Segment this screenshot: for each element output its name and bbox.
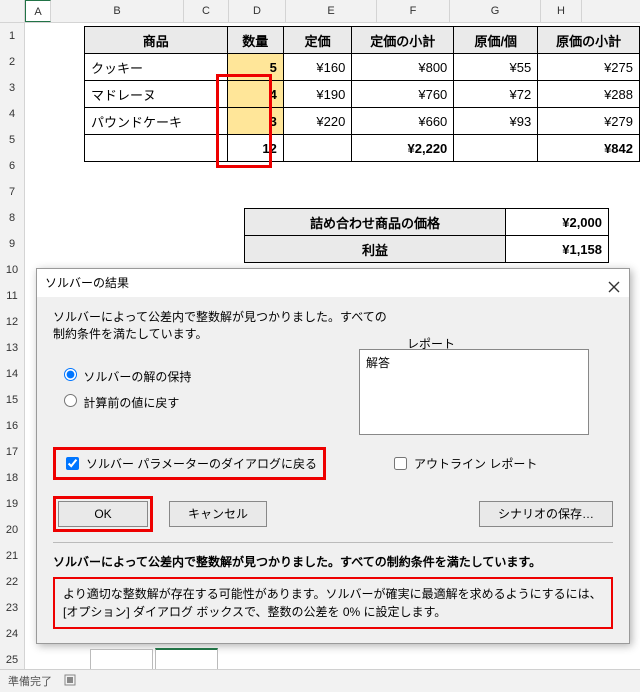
col-D[interactable]: D (229, 0, 286, 22)
product-table[interactable]: 商品 数量 定価 定価の小計 原価/個 原価の小計 クッキー 5 ¥160 ¥8… (84, 26, 640, 162)
sheet-tab[interactable] (90, 649, 153, 670)
hdr-cost: 原価/個 (454, 27, 538, 54)
cell[interactable]: ¥190 (283, 81, 351, 108)
status-bar: 準備完了 (0, 669, 640, 692)
ok-button[interactable]: OK (58, 501, 148, 527)
column-headers: A B C D E F G H (0, 0, 640, 23)
highlight-ok: OK (53, 496, 153, 532)
cell[interactable]: ¥279 (538, 108, 640, 135)
record-macro-icon[interactable] (64, 674, 76, 689)
col-B[interactable]: B (51, 0, 184, 22)
row-19[interactable]: 19 (0, 491, 25, 518)
cell[interactable]: ¥55 (454, 54, 538, 81)
row-20[interactable]: 20 (0, 517, 25, 544)
solver-results-dialog: ソルバーの結果 ソルバーによって公差内で整数解が見つかりました。すべての制約条件… (36, 268, 630, 644)
row-16[interactable]: 16 (0, 413, 25, 440)
row-13[interactable]: 13 (0, 335, 25, 362)
col-E[interactable]: E (286, 0, 377, 22)
cell[interactable]: パウンドケーキ (85, 108, 228, 135)
opt-keep-solution[interactable]: ソルバーの解の保持 (59, 365, 339, 385)
cell[interactable]: マドレーヌ (85, 81, 228, 108)
sum-label-price: 詰め合わせ商品の価格 (245, 209, 506, 236)
total-csub: ¥842 (538, 135, 640, 162)
row-23[interactable]: 23 (0, 595, 25, 622)
highlight-return-checkbox: ソルバー パラメーターのダイアログに戻る (53, 447, 326, 480)
report-label: レポート (407, 335, 455, 352)
hdr-csubt: 原価の小計 (538, 27, 640, 54)
cell[interactable]: ¥275 (538, 54, 640, 81)
sheet-tabs[interactable] (90, 648, 218, 670)
row-1[interactable]: 1 (0, 23, 25, 50)
cell[interactable]: ¥660 (352, 108, 454, 135)
row-11[interactable]: 11 (0, 283, 25, 310)
row-10[interactable]: 10 (0, 257, 25, 284)
col-A[interactable]: A (25, 0, 51, 22)
row-15[interactable]: 15 (0, 387, 25, 414)
row-9[interactable]: 9 (0, 231, 25, 258)
row-14[interactable]: 14 (0, 361, 25, 388)
row-6[interactable]: 6 (0, 153, 25, 180)
save-scenario-button[interactable]: シナリオの保存… (479, 501, 613, 527)
row-5[interactable]: 5 (0, 127, 25, 154)
solver-summary-bold: ソルバーによって公差内で整数解が見つかりました。すべての制約条件を満たしています… (53, 553, 613, 571)
sheet-tab-active[interactable] (155, 648, 218, 670)
chk-return-dialog[interactable]: ソルバー パラメーターのダイアログに戻る (58, 452, 321, 475)
solver-note: より適切な整数解が存在する可能性があります。ソルバーが確実に最適解を求めるように… (53, 577, 613, 629)
col-F[interactable]: F (377, 0, 450, 22)
dialog-title: ソルバーの結果 (45, 269, 129, 297)
opt-restore-values[interactable]: 計算前の値に戻す (59, 391, 339, 411)
cell-qty[interactable]: 3 (227, 108, 283, 135)
row-8[interactable]: 8 (0, 205, 25, 232)
report-item[interactable]: 解答 (366, 354, 582, 371)
row-21[interactable]: 21 (0, 543, 25, 570)
totals-row: 12 ¥2,220 ¥842 (85, 135, 640, 162)
cell-qty[interactable]: 5 (227, 54, 283, 81)
table-row[interactable]: パウンドケーキ 3 ¥220 ¥660 ¥93 ¥279 (85, 108, 640, 135)
col-G[interactable]: G (450, 0, 541, 22)
summary-table[interactable]: 詰め合わせ商品の価格 ¥2,000 利益 ¥1,158 (244, 208, 609, 263)
row-18[interactable]: 18 (0, 465, 25, 492)
cell[interactable]: クッキー (85, 54, 228, 81)
col-C[interactable]: C (184, 0, 229, 22)
row-4[interactable]: 4 (0, 101, 25, 128)
hdr-qty: 数量 (227, 27, 283, 54)
cell[interactable]: ¥160 (283, 54, 351, 81)
cell[interactable]: ¥760 (352, 81, 454, 108)
row-3[interactable]: 3 (0, 75, 25, 102)
col-H[interactable]: H (541, 0, 582, 22)
table-row[interactable]: クッキー 5 ¥160 ¥800 ¥55 ¥275 (85, 54, 640, 81)
sum-val-profit[interactable]: ¥1,158 (506, 236, 609, 263)
total-qty: 12 (227, 135, 283, 162)
total-sub: ¥2,220 (352, 135, 454, 162)
table-row[interactable]: マドレーヌ 4 ¥190 ¥760 ¥72 ¥288 (85, 81, 640, 108)
cell[interactable]: ¥93 (454, 108, 538, 135)
row-17[interactable]: 17 (0, 439, 25, 466)
hdr-price: 定価 (283, 27, 351, 54)
row-7[interactable]: 7 (0, 179, 25, 206)
cell[interactable]: ¥800 (352, 54, 454, 81)
solver-message: ソルバーによって公差内で整数解が見つかりました。すべての制約条件を満たしています… (53, 309, 613, 343)
hdr-product: 商品 (85, 27, 228, 54)
cell[interactable]: ¥72 (454, 81, 538, 108)
sum-val-price[interactable]: ¥2,000 (506, 209, 609, 236)
row-2[interactable]: 2 (0, 49, 25, 76)
chk-outline-report[interactable]: アウトライン レポート (386, 452, 541, 475)
cell[interactable]: ¥220 (283, 108, 351, 135)
cell-qty[interactable]: 4 (227, 81, 283, 108)
cancel-button[interactable]: キャンセル (169, 501, 267, 527)
hdr-subt: 定価の小計 (352, 27, 454, 54)
report-listbox[interactable]: 解答 (359, 349, 589, 435)
row-12[interactable]: 12 (0, 309, 25, 336)
status-ready: 準備完了 (8, 673, 52, 689)
sum-label-profit: 利益 (245, 236, 506, 263)
row-22[interactable]: 22 (0, 569, 25, 596)
row-24[interactable]: 24 (0, 621, 25, 648)
cell[interactable]: ¥288 (538, 81, 640, 108)
close-icon[interactable] (607, 276, 621, 290)
